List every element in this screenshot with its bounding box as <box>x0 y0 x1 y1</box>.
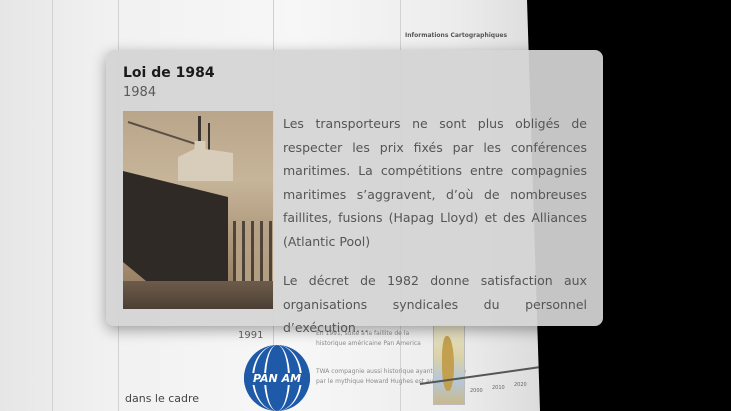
timeline-gridline <box>52 0 53 411</box>
year-label: 1991 <box>238 330 264 341</box>
axis-tick: 2020 <box>514 382 527 388</box>
ship-photo <box>123 111 273 309</box>
event-description: Les transporteurs ne sont plus obligés d… <box>283 112 587 356</box>
panam-text: PAN AM <box>244 373 310 385</box>
axis-tick: 2010 <box>492 385 505 391</box>
event-detail-card[interactable]: Loi de 1984 1984 Les transporteurs ne so… <box>106 50 603 335</box>
event-year: 1984 <box>123 85 157 100</box>
side-heading: Informations Cartographiques <box>405 32 508 39</box>
axis-tick: 2000 <box>470 388 483 394</box>
description-paragraph: Le décret de 1982 donne satisfaction aux… <box>283 273 587 335</box>
partial-caption: dans le cadre <box>125 392 200 405</box>
event-title: Loi de 1984 <box>123 65 215 81</box>
description-paragraph: Les transporteurs ne sont plus obligés d… <box>283 116 587 249</box>
